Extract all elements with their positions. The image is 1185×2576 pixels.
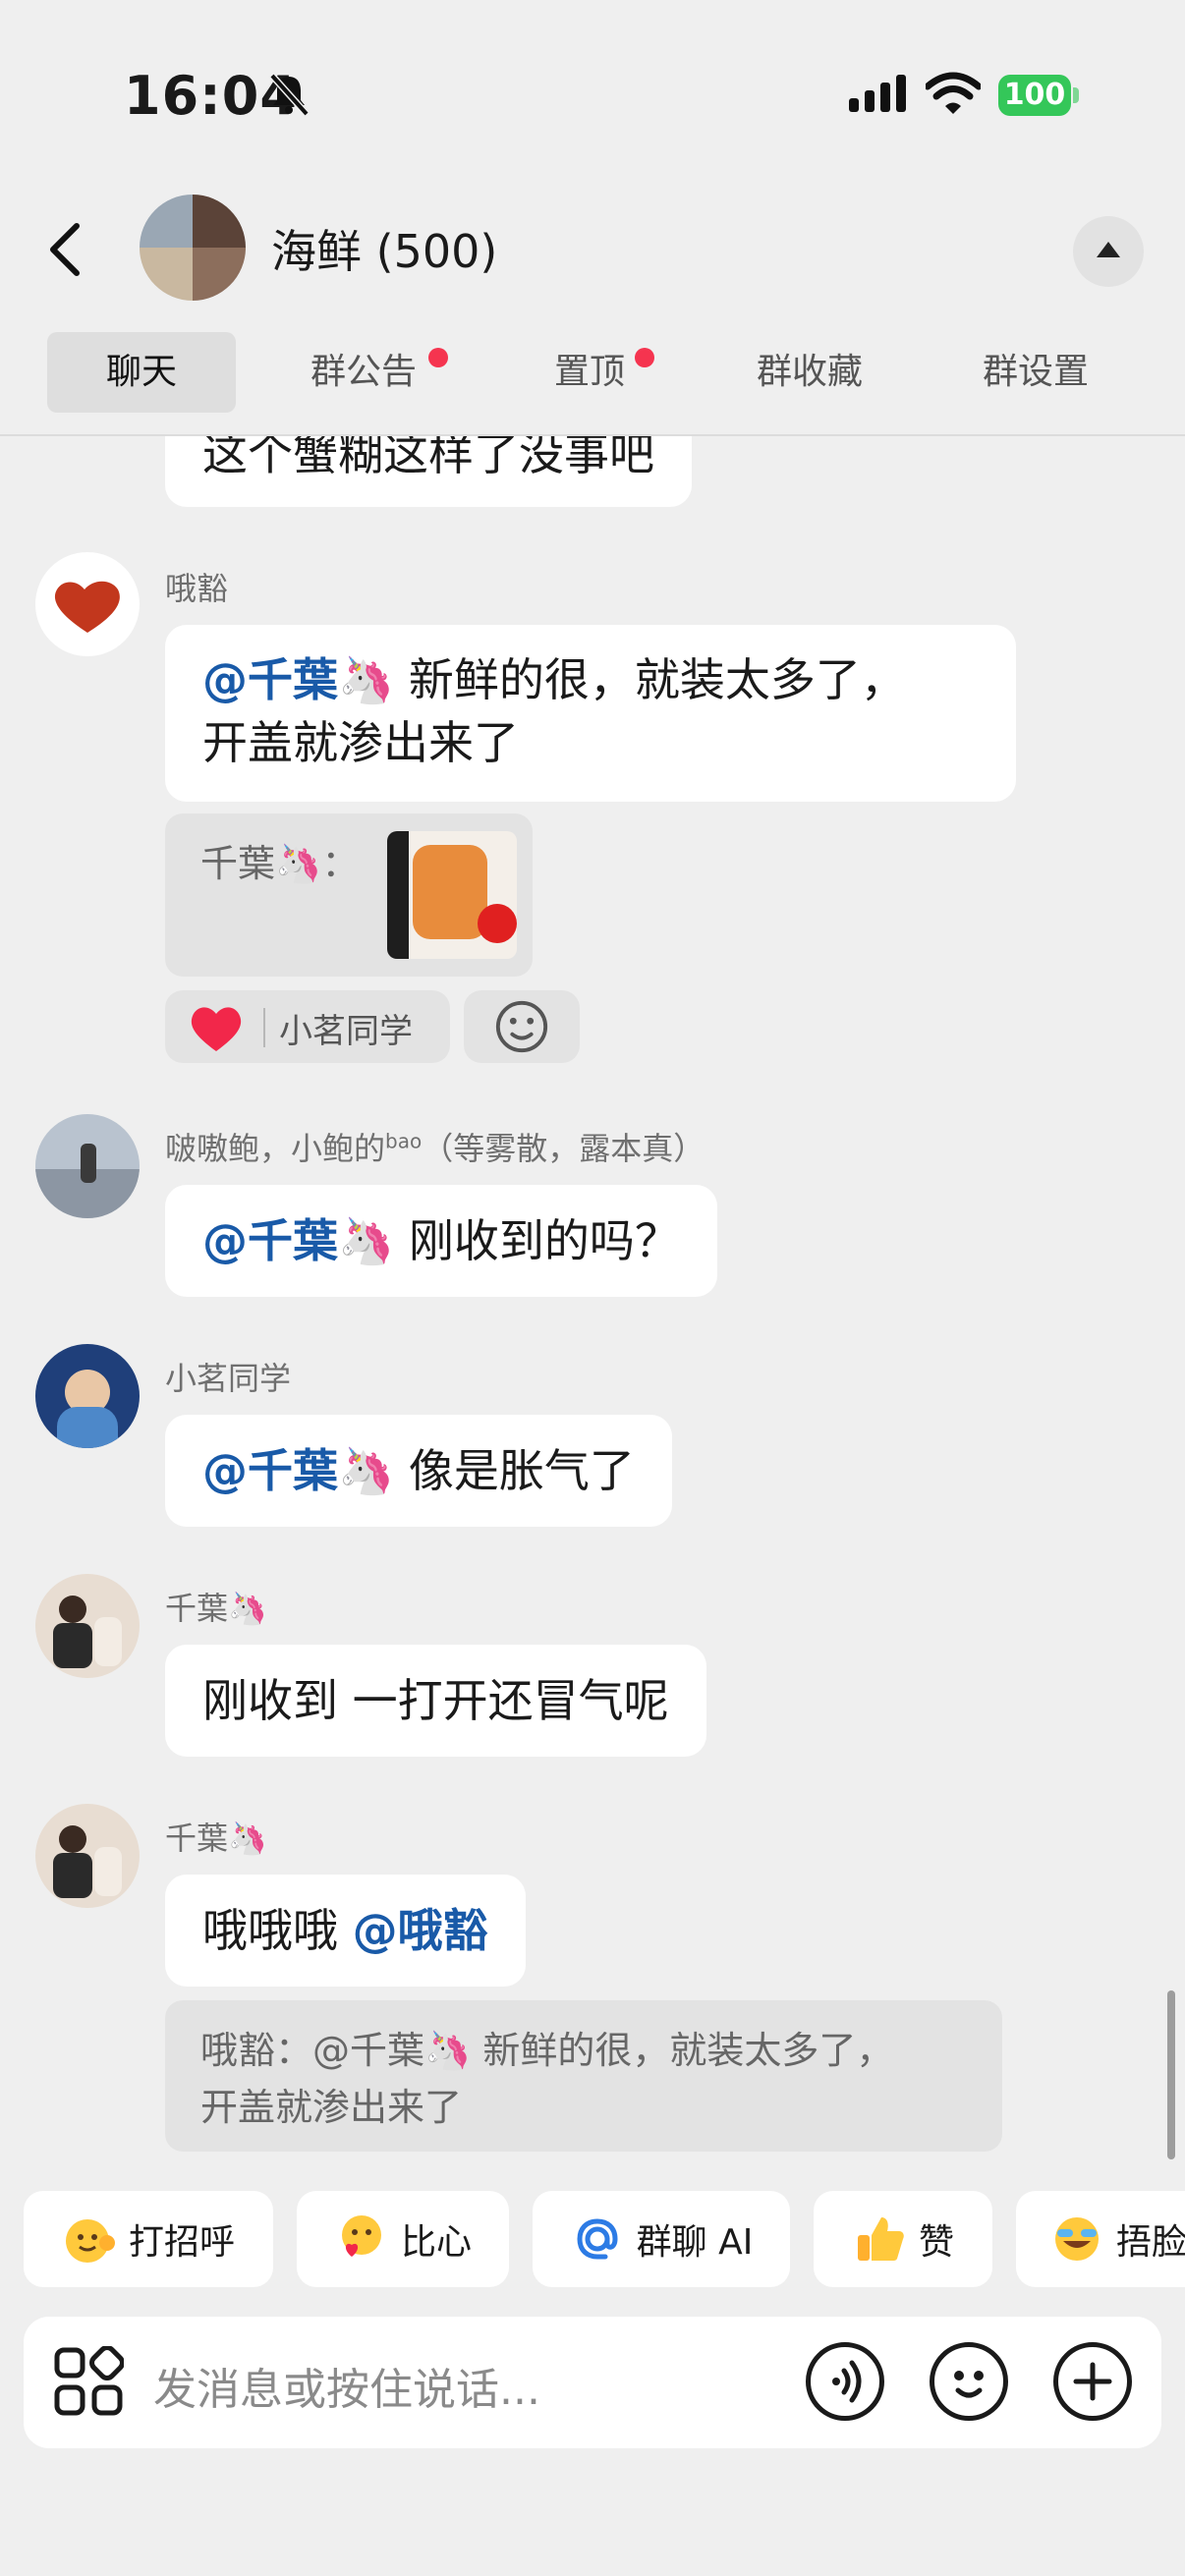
quick-reply-like[interactable]: 赞 — [814, 2191, 992, 2287]
tab-chat[interactable]: 聊天 — [47, 332, 236, 413]
avatar[interactable] — [35, 552, 140, 656]
battery-level: 100 — [998, 75, 1071, 116]
emoji-button[interactable] — [930, 2342, 1008, 2421]
group-avatar[interactable] — [140, 195, 246, 301]
facepalm-emoji-icon — [1055, 2217, 1099, 2261]
avatar[interactable] — [35, 1114, 140, 1218]
quick-reply-heart[interactable]: 比心 — [297, 2191, 509, 2287]
sender-name: 千葉🦄 — [165, 1820, 267, 1857]
group-tabs: 聊天 群公告 置顶 群收藏 群设置 — [0, 332, 1185, 413]
message-bubble[interactable]: 刚收到 一打开还冒气呢 — [165, 1645, 706, 1757]
quoted-message[interactable]: 哦豁：@千葉🦄 新鲜的很，就装太多了， 开盖就渗出来了 — [165, 2000, 1002, 2152]
heart-avatar-icon — [54, 581, 120, 633]
voice-wave-icon — [832, 2360, 862, 2403]
thumbs-up-icon — [857, 2217, 904, 2261]
quick-reply-facepalm[interactable]: 捂脸 — [1016, 2191, 1185, 2287]
cellular-signal-icon — [849, 75, 906, 112]
mention[interactable]: @哦豁 — [353, 1904, 488, 1957]
reaction-chip[interactable]: 小茗同学 — [165, 990, 450, 1063]
unread-dot — [635, 348, 654, 367]
quick-reply-greet[interactable]: 打招呼 — [24, 2191, 273, 2287]
collapse-button[interactable] — [1073, 216, 1144, 287]
message-input-bar: 发消息或按住说话... — [24, 2317, 1161, 2448]
wave-emoji-icon — [65, 2219, 115, 2263]
plus-icon — [1073, 2362, 1112, 2401]
add-reaction-button[interactable] — [464, 990, 580, 1063]
wifi-icon — [926, 72, 981, 114]
battery-indicator: 100 — [998, 75, 1079, 116]
tab-pinned[interactable]: 置顶 — [538, 332, 654, 413]
heart-hands-emoji-icon — [341, 2215, 381, 2257]
message-list[interactable]: 这个蟹糊这样了没事吧 哦豁 @千葉🦄 新鲜的很，就装太多了， 开盖就渗出来了 千… — [0, 436, 1185, 2185]
status-bar: 16:04 100 — [0, 0, 1185, 187]
quoted-photo[interactable] — [387, 831, 517, 959]
group-title[interactable]: 海鲜 (500) — [271, 216, 497, 281]
apps-grid-icon[interactable] — [53, 2346, 124, 2417]
scrollbar[interactable] — [1167, 1990, 1175, 2159]
quoted-image-message[interactable]: 千葉🦄： — [165, 813, 533, 977]
sender-name: 啵嗷鲍，小鲍的bao（等雾散，露本真） — [165, 1129, 705, 1167]
quick-reply-group-ai[interactable]: 群聊 AI — [533, 2191, 790, 2287]
avatar[interactable] — [35, 1804, 140, 1908]
add-button[interactable] — [1053, 2342, 1132, 2421]
smiley-icon — [495, 1000, 548, 1053]
sender-name: 千葉🦄 — [165, 1590, 267, 1627]
message-bubble[interactable]: @千葉🦄 像是胀气了 — [165, 1415, 672, 1527]
sender-name: 哦豁 — [165, 570, 229, 607]
quick-reply-bar: 打招呼 比心 群聊 AI 赞 捂脸 — [0, 2191, 1185, 2289]
mention[interactable]: @千葉🦄 — [202, 653, 394, 706]
tab-settings[interactable]: 群设置 — [967, 332, 1104, 413]
avatar[interactable] — [35, 1574, 140, 1678]
message-bubble[interactable]: 哦哦哦 @哦豁 — [165, 1875, 526, 1987]
heart-reaction-icon — [191, 1007, 242, 1051]
message-bubble[interactable]: @千葉🦄 刚收到的吗？ — [165, 1185, 717, 1297]
tab-favorites[interactable]: 群收藏 — [741, 332, 878, 413]
voice-button[interactable] — [806, 2342, 884, 2421]
message-bubble[interactable]: 这个蟹糊这样了没事吧 — [165, 436, 692, 507]
tab-announcement[interactable]: 群公告 — [295, 332, 448, 413]
at-icon — [577, 2218, 618, 2260]
message-input[interactable]: 发消息或按住说话... — [153, 2354, 540, 2417]
chat-header: 海鲜 (500) — [0, 187, 1185, 314]
sender-name: 小茗同学 — [165, 1360, 292, 1397]
message-bubble[interactable]: @千葉🦄 新鲜的很，就装太多了， 开盖就渗出来了 — [165, 625, 1016, 802]
mention[interactable]: @千葉🦄 — [202, 1214, 394, 1267]
unread-dot — [428, 348, 448, 367]
smiley-icon — [954, 2371, 984, 2398]
back-arrow-icon[interactable] — [43, 220, 92, 279]
avatar[interactable] — [35, 1344, 140, 1448]
mention[interactable]: @千葉🦄 — [202, 1444, 394, 1497]
bell-muted-icon — [269, 73, 310, 117]
